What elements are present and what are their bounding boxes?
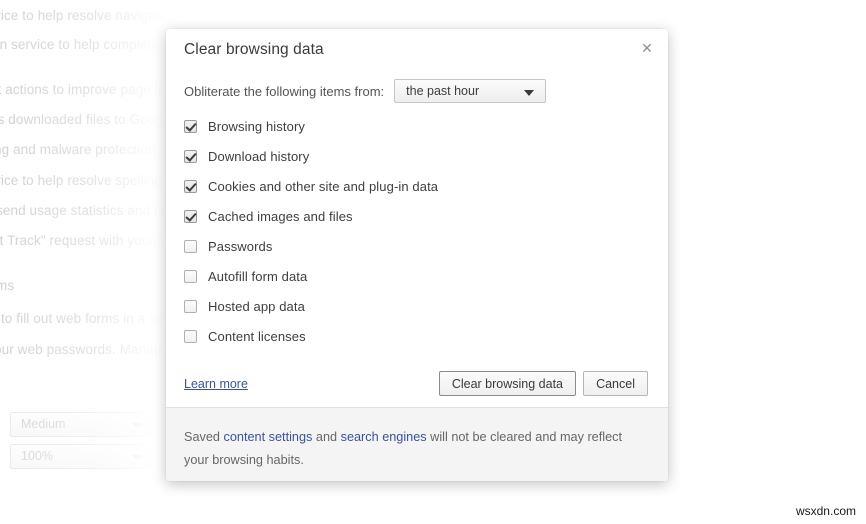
time-period-row: Obliterate the following items from: the… bbox=[184, 79, 547, 103]
checkbox-label: Download history bbox=[208, 148, 310, 164]
checkbox-checked-icon[interactable] bbox=[184, 149, 197, 163]
chevron-down-icon bbox=[132, 423, 142, 428]
checkbox-row[interactable]: Passwords bbox=[184, 231, 644, 261]
checkbox-unchecked-icon[interactable] bbox=[184, 239, 197, 253]
checkbox-unchecked-icon[interactable] bbox=[184, 299, 197, 313]
backdrop-text-line: our web passwords. Manage s bbox=[0, 342, 180, 357]
checkbox-label: Autofill form data bbox=[208, 268, 308, 284]
checkbox-checked-icon[interactable] bbox=[184, 179, 197, 193]
chevron-down-icon bbox=[132, 455, 142, 460]
checkbox-row[interactable]: Cookies and other site and plug-in data bbox=[184, 171, 644, 201]
backdrop-dropdown: Medium bbox=[10, 412, 152, 437]
checkbox-label: Hosted app data bbox=[208, 298, 305, 314]
checkbox-row[interactable]: Cached images and files bbox=[184, 201, 644, 231]
backdrop-dropdown-value: 100% bbox=[21, 449, 53, 463]
backdrop-dropdown-value: Medium bbox=[21, 417, 66, 431]
time-period-selected-value: the past hour bbox=[406, 84, 480, 98]
clear-browsing-data-button[interactable]: Clear browsing data bbox=[438, 371, 576, 396]
backdrop-text-line: us downloaded files to Google bbox=[0, 112, 174, 127]
close-icon[interactable]: ✕ bbox=[635, 36, 659, 60]
backdrop-text-line: ng and malware protection bbox=[0, 142, 156, 157]
backdrop-dropdown: 100% bbox=[10, 444, 152, 469]
checkbox-checked-icon[interactable] bbox=[184, 119, 197, 133]
time-period-label: Obliterate the following items from: bbox=[184, 83, 385, 99]
content-settings-link[interactable]: content settings bbox=[224, 430, 313, 444]
clear-browsing-data-dialog: Clear browsing data ✕ Obliterate the fol… bbox=[166, 29, 668, 481]
backdrop-text-line: rk actions to improve page load bbox=[0, 82, 181, 97]
cancel-button[interactable]: Cancel bbox=[583, 371, 648, 396]
data-type-checkbox-list: Browsing history Download history Cookies … bbox=[184, 111, 644, 351]
dialog-title: Clear browsing data bbox=[184, 41, 324, 58]
backdrop-text-line: ms bbox=[0, 278, 15, 293]
checkbox-unchecked-icon[interactable] bbox=[184, 329, 197, 343]
checkbox-row[interactable]: Browsing history bbox=[184, 111, 644, 141]
checkbox-label: Passwords bbox=[208, 238, 273, 254]
dialog-footer: Saved content settings and search engine… bbox=[166, 408, 668, 481]
checkbox-label: Cached images and files bbox=[208, 208, 353, 224]
checkbox-row[interactable]: Download history bbox=[184, 141, 644, 171]
footer-note-part1: Saved bbox=[184, 430, 224, 444]
footer-note: Saved content settings and search engine… bbox=[184, 426, 628, 472]
checkbox-label: Browsing history bbox=[208, 118, 305, 134]
backdrop-text-line: send usage statistics and crash bbox=[0, 203, 188, 218]
checkbox-label: Cookies and other site and plug-in data bbox=[208, 178, 439, 194]
learn-more-link[interactable]: Learn more bbox=[184, 377, 248, 391]
time-period-select[interactable]: the past hour bbox=[394, 79, 547, 103]
chevron-down-icon bbox=[524, 90, 535, 96]
site-watermark: wsxdn.com bbox=[795, 504, 856, 518]
dialog-action-row: Learn more Clear browsing data Cancel bbox=[166, 371, 668, 407]
checkbox-row[interactable]: Autofill form data bbox=[184, 261, 644, 291]
search-engines-link[interactable]: search engines bbox=[341, 430, 427, 444]
backdrop-text-line: vice to help resolve navigation errors bbox=[0, 8, 218, 23]
checkbox-unchecked-icon[interactable] bbox=[184, 269, 197, 283]
checkbox-checked-icon[interactable] bbox=[184, 209, 197, 223]
checkbox-row[interactable]: Content licenses bbox=[184, 321, 644, 351]
backdrop-text-line: ot Track" request with your brow bbox=[0, 233, 188, 248]
footer-note-part2: and bbox=[312, 430, 341, 444]
backdrop-text-line: l to fill out web forms in a single bbox=[0, 311, 186, 326]
checkbox-label: Content licenses bbox=[208, 328, 306, 344]
checkbox-row[interactable]: Hosted app data bbox=[184, 291, 644, 321]
